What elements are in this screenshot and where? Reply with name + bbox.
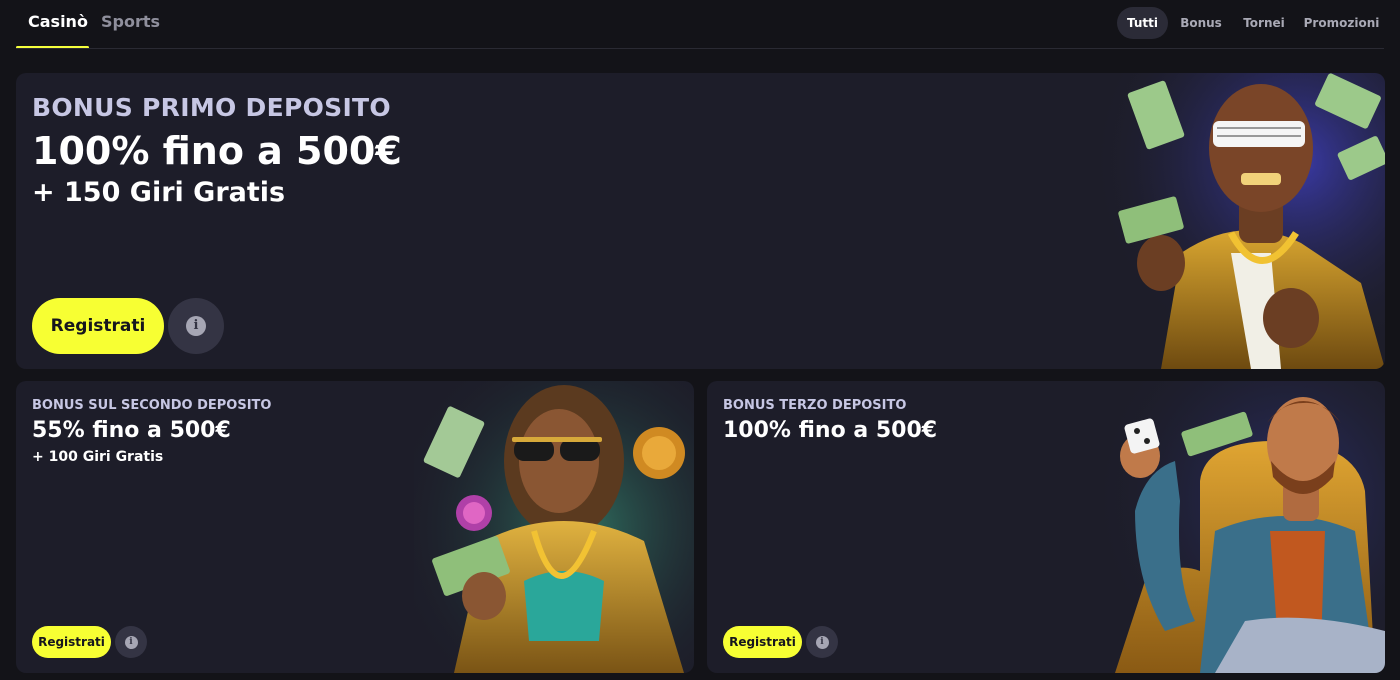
promo-extra: + 150 Giri Gratis: [32, 177, 286, 208]
promo-illustration-man-gold-jacket: [1091, 73, 1385, 369]
top-navigation: Casinò Sports Tutti Bonus Tornei Promozi…: [0, 0, 1400, 50]
filter-tutti[interactable]: Tutti: [1117, 7, 1168, 39]
promo-illustration-man-with-dice: [1105, 381, 1385, 673]
info-icon: i: [124, 635, 138, 649]
promo-card-third-deposit: BONUS TERZO DEPOSITO 100% fino a 500€ Re…: [707, 381, 1385, 673]
filter-promozioni[interactable]: Promozioni: [1302, 7, 1381, 39]
info-button[interactable]: i: [115, 626, 147, 658]
promo-amount: 55% fino a 500€: [32, 418, 231, 443]
register-button[interactable]: Registrati: [723, 626, 802, 658]
register-button[interactable]: Registrati: [32, 626, 111, 658]
filter-bonus[interactable]: Bonus: [1176, 7, 1226, 39]
register-button[interactable]: Registrati: [32, 298, 164, 354]
promo-eyebrow: BONUS PRIMO DEPOSITO: [32, 93, 391, 122]
promo-illustration-woman-gold-jacket: [414, 381, 694, 673]
filter-tornei[interactable]: Tornei: [1238, 7, 1290, 39]
promo-extra: + 100 Giri Gratis: [32, 449, 164, 465]
info-icon: i: [186, 316, 206, 336]
promo-eyebrow: BONUS TERZO DEPOSITO: [723, 398, 907, 413]
info-button[interactable]: i: [168, 298, 224, 354]
tab-sports[interactable]: Sports: [101, 12, 160, 31]
promo-amount: 100% fino a 500€: [723, 418, 938, 443]
promo-card-second-deposit: BONUS SUL SECONDO DEPOSITO 55% fino a 50…: [16, 381, 694, 673]
info-button[interactable]: i: [806, 626, 838, 658]
nav-divider: [16, 48, 1384, 49]
info-icon: i: [815, 635, 829, 649]
tab-casino[interactable]: Casinò: [28, 12, 88, 31]
promo-card-first-deposit: BONUS PRIMO DEPOSITO 100% fino a 500€ + …: [16, 73, 1385, 369]
promo-eyebrow: BONUS SUL SECONDO DEPOSITO: [32, 398, 272, 413]
promo-amount: 100% fino a 500€: [32, 129, 402, 173]
